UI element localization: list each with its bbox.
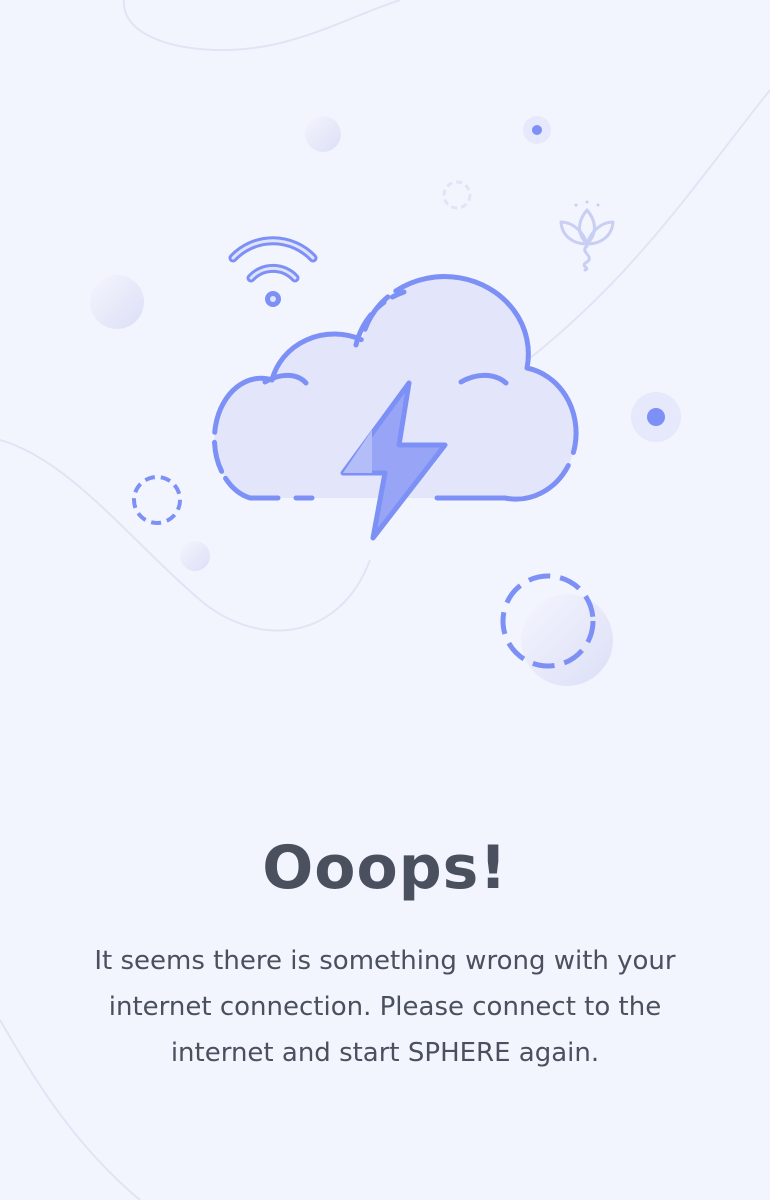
dot-decoration: [631, 392, 681, 442]
error-message: It seems there is something wrong with y…: [94, 946, 676, 1068]
bubble-decoration: [180, 541, 210, 571]
bubble-decoration: [305, 116, 341, 152]
thunder-cloud-icon: [211, 274, 579, 541]
dashed-ring-decoration: [442, 180, 472, 210]
dashed-ring-decoration: [132, 475, 182, 525]
lotus-icon: [559, 200, 615, 272]
dot-decoration: [523, 116, 551, 144]
bubble-decoration: [521, 594, 613, 686]
wifi-icon: [228, 236, 318, 307]
no-connection-screen: Ooops! It seems there is something wrong…: [0, 0, 770, 1200]
error-title: Ooops!: [262, 833, 508, 903]
offline-illustration: [90, 116, 681, 686]
bubble-decoration: [90, 275, 144, 329]
